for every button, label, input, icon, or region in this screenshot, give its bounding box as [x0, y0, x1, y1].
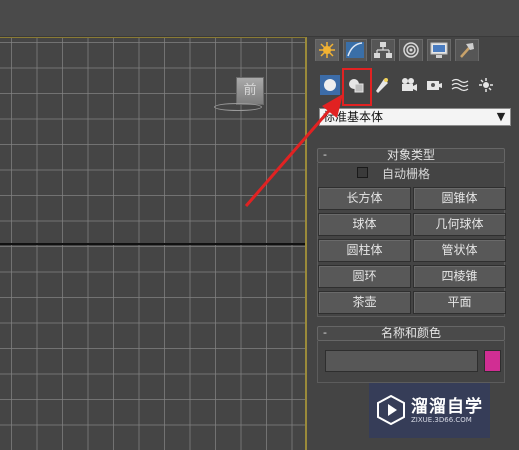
watermark-badge: 溜溜自学 ZIXUE.3D66.COM [369, 383, 490, 438]
motion-tab[interactable] [399, 39, 423, 61]
chevron-down-icon[interactable]: ▼ [494, 109, 508, 125]
modify-tab-icon [346, 42, 364, 58]
box-button[interactable]: 长方体 [318, 187, 411, 210]
cylinder-button[interactable]: 圆柱体 [318, 239, 411, 262]
object-name-field[interactable] [325, 350, 478, 372]
rollout-title: 对象类型 [386, 148, 435, 162]
lights-icon [376, 78, 388, 93]
rollout-title: 名称和颜色 [380, 326, 441, 340]
create-tab[interactable] [315, 39, 339, 61]
create-tab-icon [319, 42, 335, 58]
object-type-rollout-header[interactable]: - 对象类型 [317, 148, 505, 163]
collapse-icon[interactable]: - [323, 326, 327, 339]
cone-button[interactable]: 圆锥体 [413, 187, 506, 210]
display-tab[interactable] [427, 39, 451, 61]
name-color-rollout-header[interactable]: - 名称和颜色 [317, 326, 505, 341]
sphere-button[interactable]: 球体 [318, 213, 411, 236]
geometry-icon [320, 75, 340, 95]
primitive-type-dropdown[interactable]: 标准基本体 ▼ [319, 108, 511, 126]
watermark-title: 溜溜自学 [411, 397, 483, 417]
display-tab-icon [430, 42, 448, 58]
autogrid-checkbox[interactable] [357, 167, 368, 178]
object-color-swatch[interactable] [484, 350, 501, 372]
space-warps-category[interactable] [450, 75, 470, 95]
modify-tab[interactable] [343, 39, 367, 61]
watermark-logo-icon [377, 395, 405, 425]
command-panel-tabs [313, 37, 513, 61]
teapot-button[interactable]: 茶壶 [318, 291, 411, 314]
helpers-icon [427, 81, 442, 90]
tube-button[interactable]: 管状体 [413, 239, 506, 262]
geometry-category[interactable] [320, 75, 340, 95]
systems-icon [479, 78, 493, 92]
hierarchy-tab-icon [374, 42, 392, 58]
pyramid-button[interactable]: 四棱锥 [413, 265, 506, 288]
viewcube[interactable]: 前 [236, 77, 264, 105]
helpers-category[interactable] [424, 75, 444, 95]
dropdown-value: 标准基本体 [323, 110, 384, 124]
plane-button[interactable]: 平面 [413, 291, 506, 314]
autogrid-label: 自动栅格 [382, 167, 431, 181]
geosphere-button[interactable]: 几何球体 [413, 213, 506, 236]
cameras-icon [402, 78, 417, 91]
hierarchy-tab[interactable] [371, 39, 395, 61]
perspective-viewport[interactable]: 前 [0, 37, 307, 450]
torus-button[interactable]: 圆环 [318, 265, 411, 288]
collapse-icon[interactable]: - [323, 148, 327, 161]
space-warps-icon [451, 78, 469, 92]
cameras-category[interactable] [398, 75, 418, 95]
utilities-tab[interactable] [455, 39, 479, 61]
watermark-url: ZIXUE.3D66.COM [411, 416, 472, 424]
world-axis-line [0, 243, 307, 245]
systems-category[interactable] [476, 75, 496, 95]
shapes-highlight-box [342, 68, 372, 106]
lights-category[interactable] [372, 75, 392, 95]
motion-tab-icon [403, 42, 419, 58]
viewport-header-strip [0, 0, 519, 37]
viewcube-ring[interactable] [214, 103, 262, 111]
utilities-tab-icon [460, 43, 474, 58]
